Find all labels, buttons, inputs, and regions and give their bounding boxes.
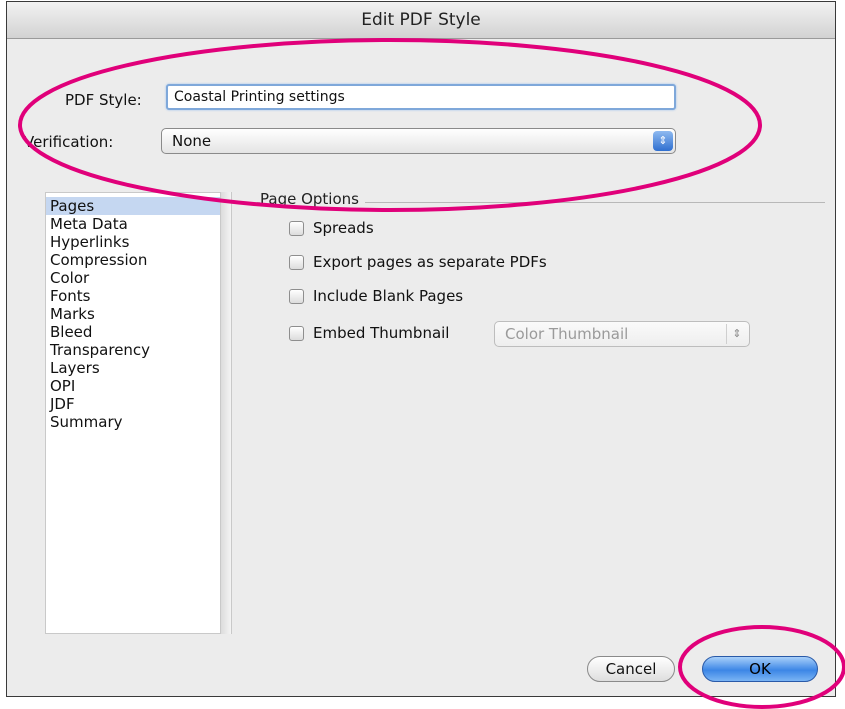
annotation-ellipse-top xyxy=(18,38,762,212)
annotation-ellipse-ok xyxy=(678,625,845,709)
annotation-overlay xyxy=(18,38,845,709)
